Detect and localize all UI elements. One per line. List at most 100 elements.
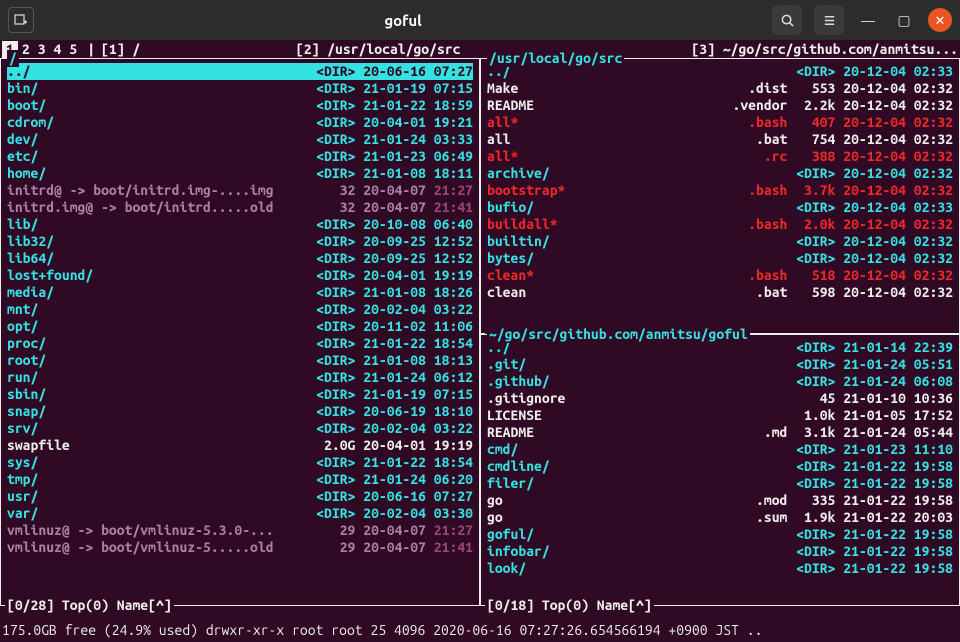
file-row[interactable]: .gitignore45 21-01-10 10:36: [487, 390, 953, 407]
close-button[interactable]: ✕: [928, 8, 952, 32]
file-date: 21-01-22: [835, 560, 906, 577]
file-row[interactable]: usr/<DIR> 20-06-16 07:27: [7, 488, 473, 505]
file-time: 11:06: [426, 318, 473, 335]
file-row[interactable]: bin/<DIR> 21-01-19 07:15: [7, 80, 473, 97]
file-time: 07:27: [426, 63, 473, 80]
file-row[interactable]: .git/<DIR> 21-01-24 05:51: [487, 356, 953, 373]
file-row[interactable]: bufio/<DIR> 20-12-04 02:33: [487, 199, 953, 216]
file-row[interactable]: filer/<DIR> 21-01-22 19:58: [487, 475, 953, 492]
file-row[interactable]: run/<DIR> 21-01-24 06:12: [7, 369, 473, 386]
file-row[interactable]: go.mod335 21-01-22 19:58: [487, 492, 953, 509]
search-button[interactable]: [772, 5, 802, 35]
file-row[interactable]: README.md3.1k 21-01-24 05:44: [487, 424, 953, 441]
file-row[interactable]: all.bat754 20-12-04 02:32: [487, 131, 953, 148]
right-bottom-panel[interactable]: ~/go/src/github.com/anmitsu/goful ../<DI…: [480, 334, 960, 606]
file-row[interactable]: README.vendor2.2k 20-12-04 02:32: [487, 97, 953, 114]
file-row[interactable]: infobar/<DIR> 21-01-22 19:58: [487, 543, 953, 560]
file-row[interactable]: go.sum1.9k 21-01-22 20:03: [487, 509, 953, 526]
left-panel[interactable]: / ../<DIR> 20-06-16 07:27bin/<DIR> 21-01…: [0, 58, 480, 606]
file-row[interactable]: all*.rc388 20-12-04 02:32: [487, 148, 953, 165]
file-row[interactable]: cdrom/<DIR> 20-04-01 19:21: [7, 114, 473, 131]
file-name: clean: [487, 284, 737, 301]
file-date: 21-01-19: [355, 80, 426, 97]
tab-3[interactable]: 3: [34, 41, 50, 58]
file-size: <DIR>: [311, 148, 355, 165]
file-name: .gitignore: [487, 390, 737, 407]
tab-5[interactable]: 5: [65, 41, 81, 58]
file-row[interactable]: cmdline/<DIR> 21-01-22 19:58: [487, 458, 953, 475]
file-row[interactable]: tmp/<DIR> 21-01-24 06:20: [7, 471, 473, 488]
file-row[interactable]: root/<DIR> 21-01-08 18:13: [7, 352, 473, 369]
file-time: 21:41: [426, 539, 473, 556]
file-time: 03:30: [426, 505, 473, 522]
file-name: all*: [487, 148, 737, 165]
file-row[interactable]: initrd.img@ -> boot/initrd.....old32 20-…: [7, 199, 473, 216]
file-row[interactable]: all*.bash407 20-12-04 02:32: [487, 114, 953, 131]
file-row[interactable]: sbin/<DIR> 21-01-19 07:15: [7, 386, 473, 403]
file-row[interactable]: dev/<DIR> 21-01-24 03:33: [7, 131, 473, 148]
left-file-list[interactable]: ../<DIR> 20-06-16 07:27bin/<DIR> 21-01-1…: [7, 63, 473, 556]
menu-button[interactable]: [814, 5, 844, 35]
file-row[interactable]: lib32/<DIR> 20-09-25 12:52: [7, 233, 473, 250]
file-row[interactable]: initrd@ -> boot/initrd.img-....img32 20-…: [7, 182, 473, 199]
file-size: <DIR>: [311, 403, 355, 420]
file-row[interactable]: home/<DIR> 21-01-08 18:11: [7, 165, 473, 182]
file-date: 20-04-01: [355, 437, 426, 454]
file-row[interactable]: bytes/<DIR> 20-12-04 02:32: [487, 250, 953, 267]
file-row[interactable]: lib64/<DIR> 20-09-25 12:52: [7, 250, 473, 267]
file-name: run/: [7, 369, 311, 386]
file-row[interactable]: goful/<DIR> 21-01-22 19:58: [487, 526, 953, 543]
current-panel-indicator: [1] /: [101, 41, 140, 58]
file-row[interactable]: snap/<DIR> 20-06-19 18:10: [7, 403, 473, 420]
right-top-file-list[interactable]: ../<DIR> 20-12-04 02:33Make.dist553 20-1…: [487, 63, 953, 301]
file-time: 07:15: [426, 386, 473, 403]
file-row[interactable]: lost+found/<DIR> 20-04-01 19:19: [7, 267, 473, 284]
right-bottom-file-list[interactable]: ../<DIR> 21-01-14 22:39.git/<DIR> 21-01-…: [487, 339, 953, 577]
file-time: 19:58: [906, 458, 953, 475]
file-row[interactable]: cmd/<DIR> 21-01-23 11:10: [487, 441, 953, 458]
file-time: 02:32: [906, 182, 953, 199]
file-row[interactable]: ../<DIR> 20-06-16 07:27: [7, 63, 473, 80]
file-row[interactable]: bootstrap*.bash3.7k 20-12-04 02:32: [487, 182, 953, 199]
minimize-button[interactable]: —: [856, 12, 880, 29]
window-title: goful: [42, 12, 764, 29]
file-name: buildall*: [487, 216, 737, 233]
file-row[interactable]: clean*.bash518 20-12-04 02:32: [487, 267, 953, 284]
file-row[interactable]: swapfile2.0G 20-04-01 19:19: [7, 437, 473, 454]
file-row[interactable]: media/<DIR> 21-01-08 18:26: [7, 284, 473, 301]
file-row[interactable]: mnt/<DIR> 20-02-04 03:22: [7, 301, 473, 318]
file-time: 02:32: [906, 148, 953, 165]
file-size: 32: [311, 199, 355, 216]
file-date: 20-12-04: [835, 267, 906, 284]
new-tab-button[interactable]: [8, 7, 34, 33]
tab-4[interactable]: 4: [50, 41, 66, 58]
file-row[interactable]: builtin/<DIR> 20-12-04 02:32: [487, 233, 953, 250]
file-row[interactable]: boot/<DIR> 21-01-22 18:59: [7, 97, 473, 114]
file-row[interactable]: etc/<DIR> 21-01-23 06:49: [7, 148, 473, 165]
file-date: 21-01-14: [835, 339, 906, 356]
file-row[interactable]: LICENSE1.0k 21-01-05 17:52: [487, 407, 953, 424]
file-row[interactable]: archive/<DIR> 20-12-04 02:32: [487, 165, 953, 182]
right-top-panel[interactable]: /usr/local/go/src ../<DIR> 20-12-04 02:3…: [480, 58, 960, 334]
file-row[interactable]: look/<DIR> 21-01-22 19:58: [487, 560, 953, 577]
file-row[interactable]: vmlinuz@ -> boot/vmlinuz-5.....old29 20-…: [7, 539, 473, 556]
file-name: cmd/: [487, 441, 737, 458]
file-row[interactable]: vmlinuz@ -> boot/vmlinuz-5.3.0-...29 20-…: [7, 522, 473, 539]
file-date: 20-12-04: [835, 216, 906, 233]
file-row[interactable]: proc/<DIR> 21-01-22 18:54: [7, 335, 473, 352]
file-row[interactable]: lib/<DIR> 20-10-08 06:40: [7, 216, 473, 233]
file-row[interactable]: srv/<DIR> 20-02-04 03:22: [7, 420, 473, 437]
file-row[interactable]: sys/<DIR> 21-01-22 18:54: [7, 454, 473, 471]
file-row[interactable]: opt/<DIR> 20-11-02 11:06: [7, 318, 473, 335]
maximize-button[interactable]: ▢: [892, 12, 916, 29]
file-ext: [737, 526, 791, 543]
file-row[interactable]: buildall*.bash2.0k 20-12-04 02:32: [487, 216, 953, 233]
tab-2[interactable]: 2: [18, 41, 34, 58]
file-size: 335: [791, 492, 835, 509]
file-name: vmlinuz@ -> boot/vmlinuz-5.....old: [7, 539, 311, 556]
file-row[interactable]: .github/<DIR> 21-01-24 06:08: [487, 373, 953, 390]
file-name: lost+found/: [7, 267, 311, 284]
file-row[interactable]: Make.dist553 20-12-04 02:32: [487, 80, 953, 97]
file-row[interactable]: clean.bat598 20-12-04 02:32: [487, 284, 953, 301]
file-row[interactable]: var/<DIR> 20-02-04 03:30: [7, 505, 473, 522]
